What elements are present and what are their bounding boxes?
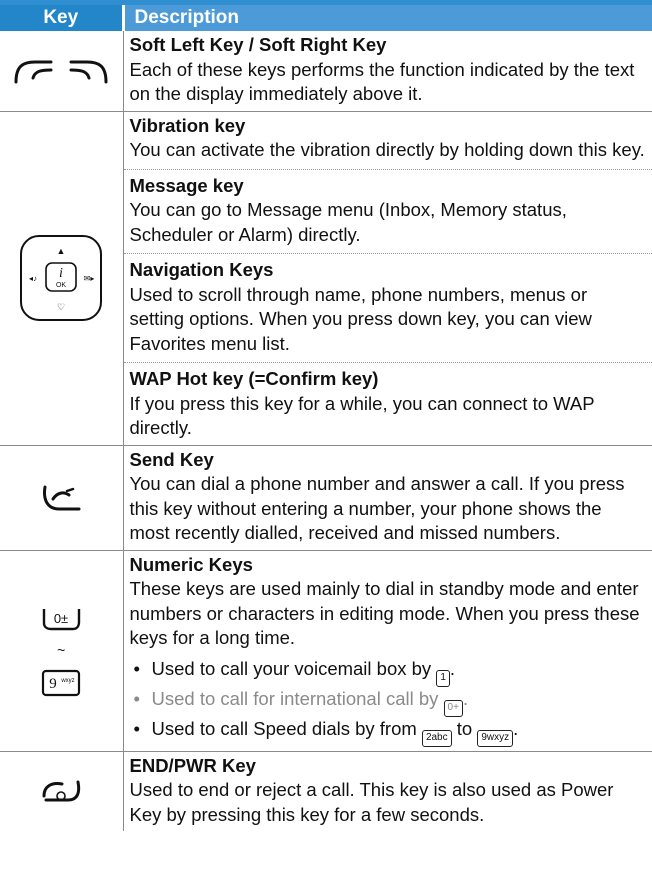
soft-left-right-key-icon [14,60,108,84]
svg-text:0±: 0± [54,611,68,626]
svg-text:✉▸: ✉▸ [84,274,95,283]
svg-text:OK: OK [56,282,66,289]
message-key-text: You can go to Message menu (Inbox, Memor… [129,199,567,245]
soft-keys-cell [0,31,124,111]
wap-hot-key-text: If you press this key for a while, you c… [129,392,595,439]
navigation-keys-text: Used to scroll through name, phone numbe… [129,283,592,354]
numeric-keys-list: Used to call your voicemail box by 1. Us… [130,657,647,747]
navigation-pad-cell: i OK ▲ ♡ ◂♪ ✉▸ [0,110,124,445]
numeric-keys-cell: 0± ~ 9 wxyz [0,549,124,751]
table-row: i OK ▲ ♡ ◂♪ ✉▸ Vibration key You can act… [0,110,652,445]
vibration-key-title: Vibration key [129,114,246,136]
nine-key-inline-icon: 9wxyz [477,729,514,747]
list-item: Used to call for international call by 0… [130,687,647,717]
send-key-description: Send Key You can dial a phone number and… [123,444,652,550]
nine-key-icon: 9 wxyz [42,669,81,696]
numeric-keys-title: Numeric Keys [129,553,253,575]
table-row: END/PWR Key Used to end or reject a call… [0,750,652,831]
send-key-text: You can dial a phone number and answer a… [129,473,625,543]
message-key-title: Message key [129,174,244,196]
description-column-header: Description [123,5,652,31]
table-row: 0± ~ 9 wxyz Numeric Keys These keys are … [0,549,652,751]
soft-keys-text: Each of these keys performs the function… [129,58,635,105]
zero-key-inline-icon: 0+ [443,699,463,717]
svg-text:i: i [59,266,63,281]
end-key-description: END/PWR Key Used to end or reject a call… [123,750,652,831]
one-key-icon: 1 [436,669,450,687]
table-row: Send Key You can dial a phone number and… [0,444,652,550]
table-header-row: Key Description [0,5,652,31]
two-key-icon: 2abc [421,729,452,747]
end-key-title: END/PWR Key [129,754,256,776]
range-mark: ~ [57,641,66,658]
svg-text:9: 9 [50,676,58,692]
navigation-description: Vibration key You can activate the vibra… [123,110,652,445]
svg-text:♡: ♡ [57,302,65,312]
soft-keys-title: Soft Left Key / Soft Right Key [129,34,387,55]
svg-text:◂♪: ◂♪ [29,274,37,283]
vibration-key-text: You can activate the vibration directly … [129,139,645,160]
key-column-header: Key [0,5,125,31]
divider [123,362,652,363]
end-power-key-icon [42,780,81,802]
send-key-cell [0,444,124,550]
divider [123,168,652,170]
soft-keys-description: Soft Left Key / Soft Right Key Each of t… [123,31,652,111]
wap-hot-key-title: WAP Hot key (=Confirm key) [129,368,379,389]
svg-text:wxyz: wxyz [61,678,75,684]
zero-key-icon: 0± [43,608,81,630]
end-key-cell [0,750,124,831]
table-row: Soft Left Key / Soft Right Key Each of t… [0,31,652,111]
list-item: Used to call your voicemail box by 1. [130,657,647,687]
list-item: Used to call Speed dials by from 2abc to… [130,717,647,747]
key-description-table: Key Description Soft Left Key / Soft Rig… [0,5,652,831]
navigation-keys-title: Navigation Keys [129,259,274,280]
navigation-pad-icon: i OK ▲ ♡ ◂♪ ✉▸ [20,235,103,321]
send-key-title: Send Key [129,448,214,470]
end-key-text: Used to end or reject a call. This key i… [129,779,614,825]
divider [123,253,652,254]
numeric-keys-text: These keys are used mainly to dial in st… [129,578,640,648]
svg-text:▲: ▲ [57,246,66,256]
send-key-icon [43,485,81,510]
numeric-keys-description: Numeric Keys These keys are used mainly … [123,549,652,751]
